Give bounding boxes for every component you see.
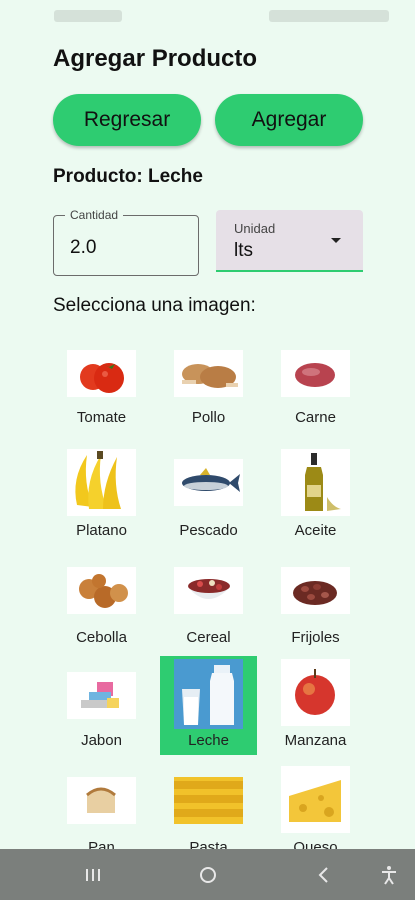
image-option-platano[interactable]: Platano (53, 446, 150, 545)
image-option-frijoles[interactable]: Frijoles (267, 553, 364, 652)
image-option-pollo[interactable]: Pollo (160, 340, 257, 439)
image-option-cereal[interactable]: Cereal (160, 553, 257, 652)
image-option-label: Pollo (191, 409, 226, 426)
product-label: Producto: Leche (53, 166, 203, 187)
back-button[interactable]: Regresar (53, 94, 201, 146)
quantity-field-value: 2.0 (70, 237, 97, 258)
recent-apps-icon[interactable] (81, 863, 105, 887)
add-button[interactable]: Agregar (215, 94, 363, 146)
fish-image (174, 459, 243, 506)
image-option-label: Tomate (76, 409, 127, 426)
beans-image (281, 567, 350, 614)
tomato-image (67, 350, 136, 397)
soap-image (67, 672, 136, 719)
oil-bottle-image (281, 449, 350, 516)
milk-image (174, 659, 243, 729)
back-icon[interactable] (312, 863, 336, 887)
image-option-tomate[interactable]: Tomate (53, 340, 150, 439)
image-option-label: Cebolla (76, 629, 127, 646)
image-option-cebolla[interactable]: Cebolla (53, 553, 150, 652)
image-option-aceite[interactable]: Aceite (267, 446, 364, 545)
dropdown-arrow-icon (331, 238, 341, 243)
image-option-queso[interactable]: Queso (267, 763, 364, 862)
image-option-label: Jabon (81, 732, 122, 749)
image-option-label: Leche (188, 732, 229, 749)
pasta-image (174, 777, 243, 824)
home-icon[interactable] (196, 863, 220, 887)
cheese-image (281, 766, 350, 833)
image-option-pescado[interactable]: Pescado (160, 446, 257, 545)
onion-image (67, 567, 136, 614)
meat-image (281, 350, 350, 397)
image-option-pan[interactable]: Pan (53, 763, 150, 862)
quantity-field[interactable]: Cantidad 2.0 (53, 208, 199, 276)
page-title: Agregar Producto (53, 45, 258, 72)
image-option-pasta[interactable]: Pasta (160, 763, 257, 862)
unit-select-value: lts (234, 240, 253, 261)
cereal-image (174, 567, 243, 614)
chicken-image (174, 350, 243, 397)
image-option-label: Manzana (284, 732, 347, 749)
system-navigation-bar (0, 849, 415, 900)
status-bar (0, 0, 415, 36)
accessibility-icon[interactable] (377, 863, 401, 887)
image-option-label: Pescado (179, 522, 238, 539)
image-option-label: Platano (76, 522, 127, 539)
image-option-label: Carne (295, 409, 336, 426)
image-option-label: Frijoles (291, 629, 340, 646)
status-bar-right (269, 10, 389, 22)
image-option-label: Aceite (294, 522, 337, 539)
image-option-manzana[interactable]: Manzana (267, 656, 364, 755)
quantity-field-label: Cantidad (65, 208, 124, 222)
banana-image (67, 449, 136, 516)
image-option-jabon[interactable]: Jabon (53, 656, 150, 755)
unit-select[interactable]: Unidad lts (216, 210, 363, 272)
image-option-carne[interactable]: Carne (267, 340, 364, 439)
image-picker-heading: Selecciona una imagen: (53, 295, 256, 316)
apple-image (281, 659, 350, 726)
image-option-label: Cereal (186, 629, 231, 646)
bread-image (67, 777, 136, 824)
unit-select-label: Unidad (234, 221, 276, 236)
image-option-leche[interactable]: Leche (160, 656, 257, 755)
status-bar-left (54, 10, 122, 22)
